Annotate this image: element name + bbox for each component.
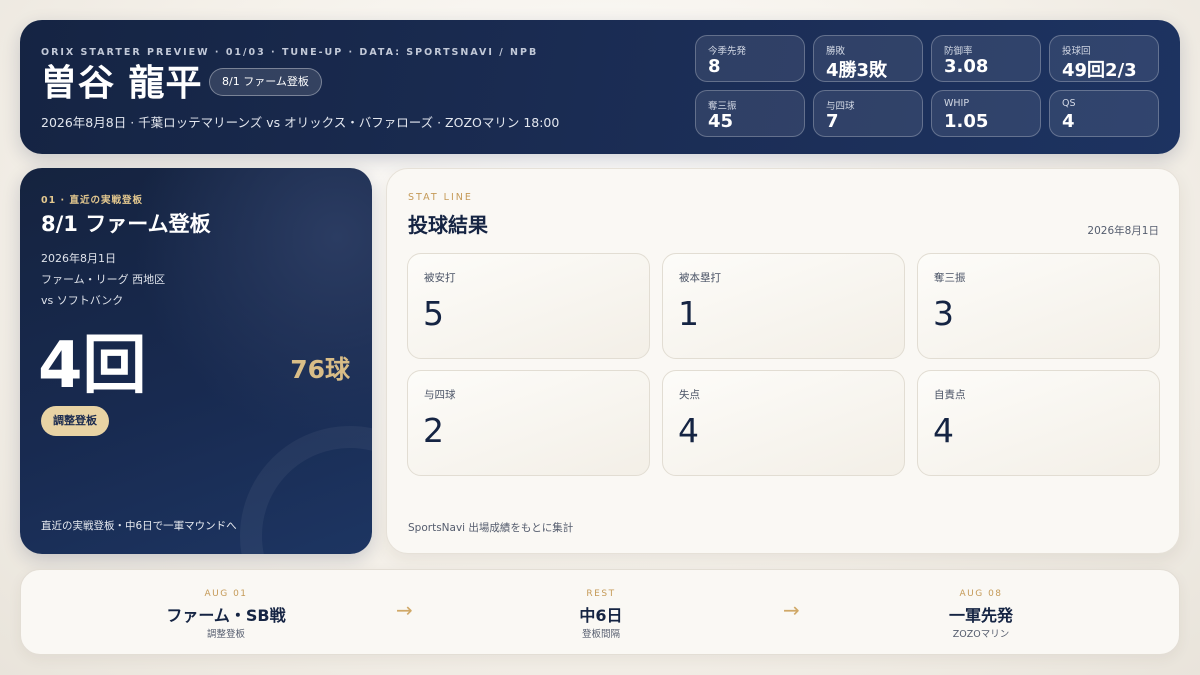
card-eyebrow: 01 · 直近の実戦登板	[41, 195, 143, 206]
appearance-badge: 8/1 ファーム登板	[209, 68, 322, 96]
stat-value: 49回2/3	[1062, 60, 1137, 81]
recent-appearance-card: 01 · 直近の実戦登板 8/1 ファーム登板 2026年8月1日 ファーム・リ…	[20, 168, 372, 554]
stat-tile: 防御率 3.08	[931, 35, 1041, 82]
source-note: SportsNavi 出場成績をもとに集計	[408, 522, 574, 534]
tune-up-badge: 調整登板	[41, 406, 109, 436]
step-title: 一軍先発	[948, 606, 1013, 625]
stat-tile: WHIP 1.05	[931, 90, 1041, 137]
stat-label: 与四球	[424, 389, 456, 401]
stat-cell: 被安打 5	[407, 253, 650, 359]
stat-label: 与四球	[826, 101, 855, 112]
stat-label: 失点	[679, 389, 700, 401]
arrow-right-icon: →	[396, 598, 413, 622]
timeline-step: AUG 01 ファーム・SB戦 調整登板	[96, 570, 356, 656]
stat-tile: 奪三振 45	[695, 90, 805, 137]
stat-tile: QS 4	[1049, 90, 1159, 137]
stat-tile: 今季先発 8	[695, 35, 805, 82]
innings-pitched: 4回	[38, 329, 147, 403]
arrow-right-icon: →	[783, 598, 800, 622]
stat-value: 5	[423, 294, 444, 333]
stat-value: 4勝3敗	[826, 60, 888, 81]
pitcher-name: 曽谷 龍平	[41, 63, 203, 104]
card-eyebrow: STAT LINE	[408, 192, 473, 203]
stat-label: 被安打	[424, 272, 456, 284]
stat-label: QS	[1062, 98, 1076, 109]
stat-value: 2	[423, 411, 444, 450]
stat-label: WHIP	[944, 98, 970, 109]
stat-label: 奪三振	[934, 272, 966, 284]
stat-value: 4	[678, 411, 699, 450]
card-date: 2026年8月1日	[1087, 225, 1159, 237]
step-title: ファーム・SB戦	[166, 606, 286, 625]
step-sub: 登板間隔	[581, 629, 620, 640]
step-key: REST	[586, 589, 616, 599]
stat-value: 4	[933, 411, 954, 450]
stat-value: 3	[933, 294, 954, 333]
stat-label: 今季先発	[708, 46, 747, 57]
stat-value: 8	[708, 56, 721, 77]
pitch-count: 76球	[290, 355, 350, 384]
stat-cell: 奪三振 3	[917, 253, 1160, 359]
stat-label: 投球回	[1062, 46, 1091, 57]
stat-tile: 与四球 7	[813, 90, 923, 137]
stat-label: 防御率	[944, 46, 973, 57]
header-banner: ORIX STARTER PREVIEW · 01/03 · TUNE-UP ·…	[20, 20, 1180, 154]
game-date: 2026年8月1日	[41, 252, 116, 265]
decorative-ring	[240, 426, 372, 554]
schedule-timeline: AUG 01 ファーム・SB戦 調整登板 → REST 中6日 登板間隔 → A…	[20, 569, 1180, 655]
card-title: 8/1 ファーム登板	[41, 212, 211, 236]
stat-label: 勝敗	[826, 46, 846, 57]
timeline-step: REST 中6日 登板間隔	[471, 570, 731, 656]
stat-value: 7	[826, 111, 839, 132]
step-sub: 調整登板	[206, 629, 245, 640]
step-key: AUG 01	[204, 589, 248, 599]
stat-value: 3.08	[944, 56, 989, 77]
card-footer: 直近の実戦登板・中6日で一軍マウンドへ	[41, 520, 237, 532]
stat-cell: 与四球 2	[407, 370, 650, 476]
stat-tile: 投球回 49回2/3	[1049, 35, 1159, 82]
game-info: 2026年8月8日 · 千葉ロッテマリーンズ vs オリックス・バファローズ ·…	[41, 115, 560, 130]
stat-label: 被本塁打	[679, 272, 721, 284]
stat-cell: 失点 4	[662, 370, 905, 476]
stat-label: 自責点	[934, 389, 966, 401]
stat-line-card: STAT LINE 投球結果 2026年8月1日 被安打 5 被本塁打 1 奪三…	[386, 168, 1180, 554]
step-sub: ZOZOマリン	[952, 629, 1010, 640]
stat-value: 1	[678, 294, 699, 333]
stat-value: 1.05	[944, 111, 989, 132]
stat-tile: 勝敗 4勝3敗	[813, 35, 923, 82]
step-key: AUG 08	[959, 589, 1003, 599]
timeline-step: AUG 08 一軍先発 ZOZOマリン	[851, 570, 1111, 656]
stat-label: 奪三振	[708, 101, 737, 112]
card-title: 投球結果	[408, 213, 488, 237]
opponent: vs ソフトバンク	[41, 294, 124, 307]
stat-value: 4	[1062, 111, 1075, 132]
stat-cell: 被本塁打 1	[662, 253, 905, 359]
stat-cell: 自責点 4	[917, 370, 1160, 476]
league-name: ファーム・リーグ 西地区	[41, 273, 166, 286]
header-eyebrow: ORIX STARTER PREVIEW · 01/03 · TUNE-UP ·…	[41, 47, 539, 58]
stat-value: 45	[708, 111, 734, 132]
step-title: 中6日	[579, 606, 623, 625]
